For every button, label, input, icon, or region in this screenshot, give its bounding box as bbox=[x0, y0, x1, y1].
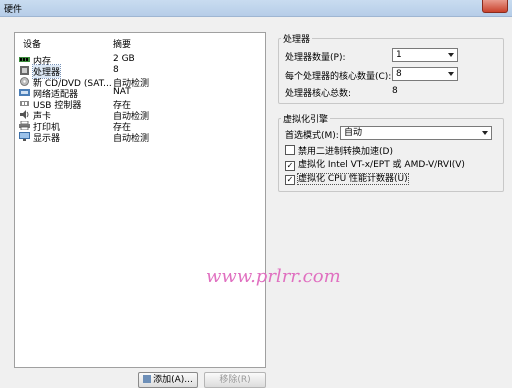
total-cores-value: 8 bbox=[392, 86, 398, 96]
checkmark-icon: ✓ bbox=[285, 175, 295, 185]
processors-group-title: 处理器 bbox=[281, 32, 313, 45]
device-list-header: 设备 摘要 bbox=[15, 37, 265, 50]
device-row-memory[interactable]: 内存 2 GB bbox=[15, 54, 265, 67]
network-adapter-icon bbox=[19, 88, 30, 97]
device-row-sound-card[interactable]: 声卡 自动检测 bbox=[15, 109, 265, 122]
device-list[interactable]: 设备 摘要 内存 2 GB 处理器 8 新 CD/DVD (SAT... 自动检… bbox=[14, 32, 266, 368]
device-summary: 2 GB bbox=[113, 54, 135, 64]
checkbox-label: 虚拟化 Intel VT-x/EPT 或 AMD-V/RVI(V) bbox=[298, 160, 465, 170]
cores-per-processor-value: 8 bbox=[396, 69, 402, 79]
virtualize-vtx-checkbox[interactable]: ✓ 虚拟化 Intel VT-x/EPT 或 AMD-V/RVI(V) bbox=[285, 157, 465, 171]
title-bar: 硬件 bbox=[0, 0, 512, 17]
window-title: 硬件 bbox=[4, 5, 23, 15]
device-row-network-adapter[interactable]: 网络适配器 NAT bbox=[15, 87, 265, 100]
device-row-cd-dvd[interactable]: 新 CD/DVD (SAT... 自动检测 bbox=[15, 76, 265, 89]
add-button[interactable]: 添加(A)... bbox=[138, 372, 198, 388]
checkbox-label: 禁用二进制转换加速(D) bbox=[298, 147, 393, 157]
device-row-processor[interactable]: 处理器 8 bbox=[15, 64, 265, 79]
printer-icon bbox=[19, 120, 30, 131]
processor-icon bbox=[19, 66, 30, 75]
disable-binary-translation-checkbox[interactable]: 禁用二进制转换加速(D) bbox=[285, 144, 393, 157]
preferred-mode-label: 首选模式(M): bbox=[285, 131, 339, 141]
remove-button[interactable]: 移除(R) bbox=[204, 372, 266, 388]
preferred-mode-value: 自动 bbox=[344, 128, 363, 138]
chevron-down-icon bbox=[448, 72, 454, 76]
memory-icon bbox=[19, 55, 30, 64]
sound-card-icon bbox=[19, 110, 30, 119]
processor-count-select[interactable]: 1 bbox=[392, 48, 458, 62]
checkmark-icon: ✓ bbox=[285, 161, 295, 171]
chevron-down-icon bbox=[448, 53, 454, 57]
device-summary: 8 bbox=[113, 65, 119, 75]
device-summary: 自动检测 bbox=[113, 134, 150, 144]
column-device: 设备 bbox=[23, 40, 42, 50]
device-row-display[interactable]: 显示器 自动检测 bbox=[15, 131, 265, 144]
watermark: www.prlrr.com bbox=[206, 266, 341, 287]
virtualization-engine-title: 虚拟化引擎 bbox=[281, 112, 331, 125]
processor-count-value: 1 bbox=[396, 50, 402, 60]
chevron-down-icon bbox=[482, 131, 488, 135]
device-row-usb[interactable]: USB 控制器 存在 bbox=[15, 98, 265, 111]
column-summary: 摘要 bbox=[113, 40, 132, 50]
device-row-printer[interactable]: 打印机 存在 bbox=[15, 120, 265, 133]
add-icon bbox=[143, 375, 152, 383]
checkbox-box bbox=[285, 145, 295, 155]
cd-dvd-icon bbox=[19, 77, 30, 86]
device-summary: NAT bbox=[113, 87, 131, 97]
device-name: 显示器 bbox=[33, 134, 61, 144]
total-cores-label: 处理器核心总数: bbox=[285, 89, 352, 99]
processor-count-label: 处理器数量(P): bbox=[285, 53, 346, 63]
cores-per-processor-select[interactable]: 8 bbox=[392, 67, 458, 81]
preferred-mode-select[interactable]: 自动 bbox=[340, 126, 492, 140]
checkbox-label: 虚拟化 CPU 性能计数器(U) bbox=[297, 173, 409, 185]
cores-per-processor-label: 每个处理器的核心数量(C): bbox=[285, 72, 392, 82]
display-icon bbox=[19, 132, 30, 141]
close-button[interactable] bbox=[482, 0, 508, 13]
virtualize-cpu-counters-checkbox[interactable]: ✓ 虚拟化 CPU 性能计数器(U) bbox=[285, 171, 409, 185]
usb-icon bbox=[19, 99, 30, 108]
